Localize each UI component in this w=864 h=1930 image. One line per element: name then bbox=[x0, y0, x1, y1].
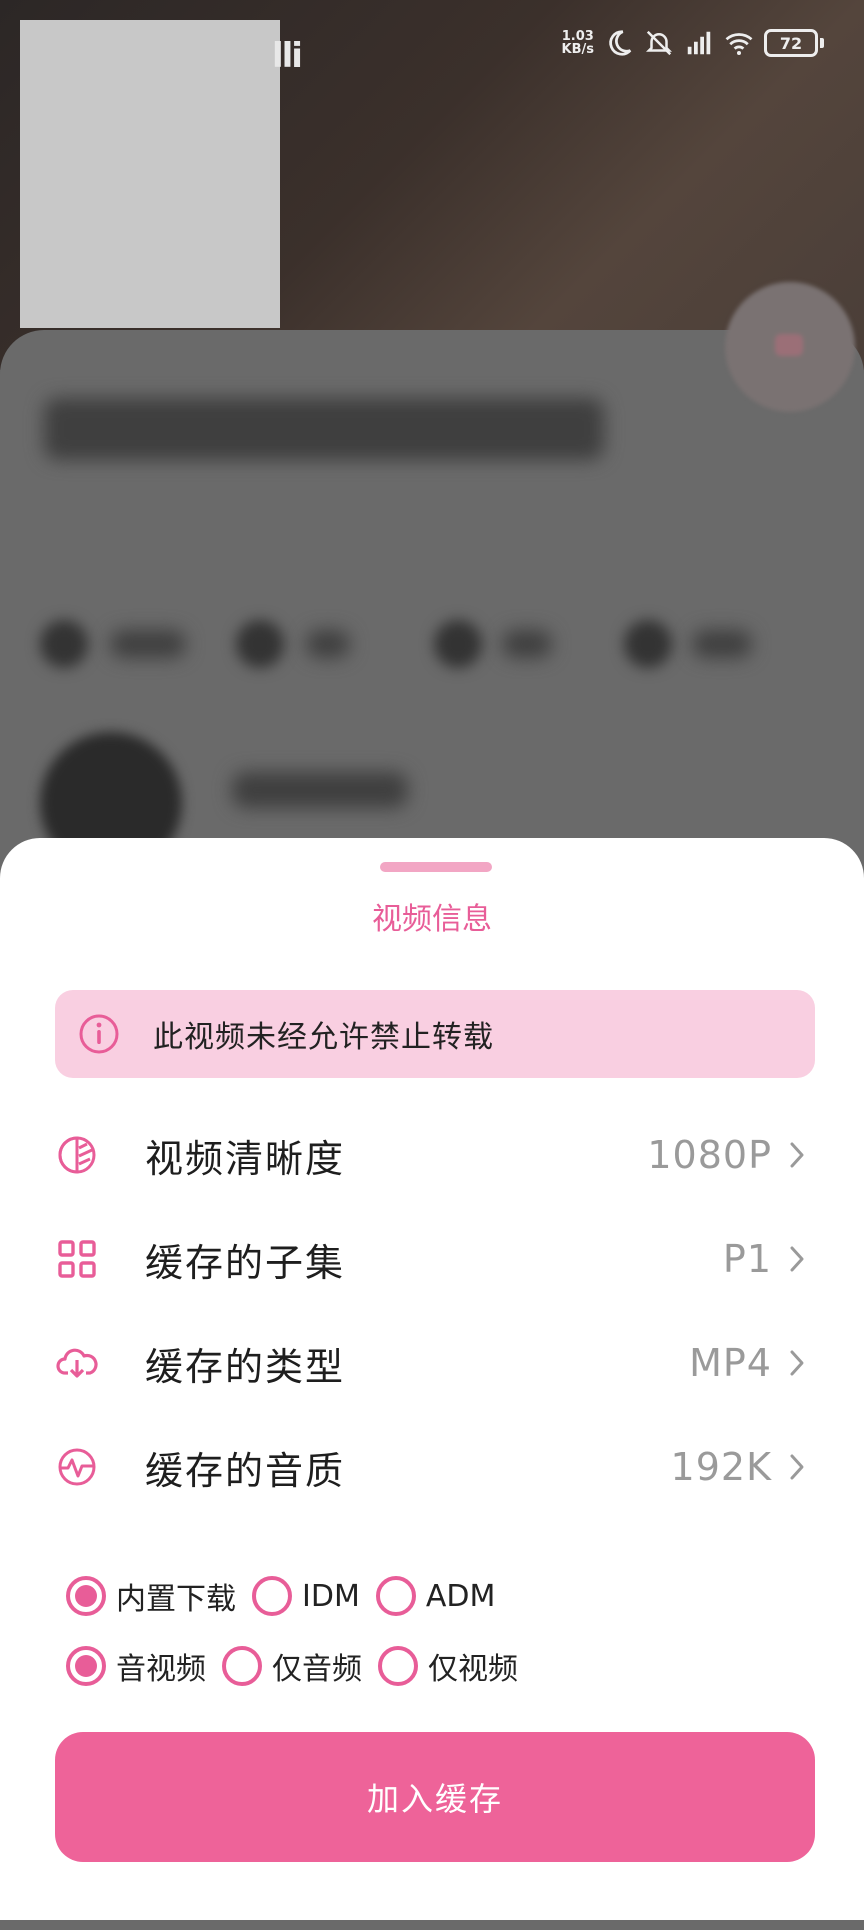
repost-notice-banner: 此视频未经允许禁止转载 bbox=[55, 990, 815, 1078]
app-logo-fragment: lli bbox=[272, 36, 303, 76]
blurred-stat-icon bbox=[236, 620, 284, 668]
background-fab bbox=[725, 282, 855, 412]
radio-label: 仅音频 bbox=[272, 1652, 362, 1687]
content-radio-group: 音视频 仅音频 仅视频 bbox=[66, 1638, 534, 1694]
setting-row-audio[interactable]: 缓存的音质 192K bbox=[0, 1422, 864, 1512]
setting-row-quality[interactable]: 视频清晰度 1080P bbox=[0, 1110, 864, 1200]
setting-value: 1080P bbox=[647, 1133, 772, 1177]
radio-adm[interactable]: ADM bbox=[375, 1576, 496, 1616]
radio-label: 音视频 bbox=[116, 1652, 206, 1687]
chevron-right-icon bbox=[790, 1246, 804, 1272]
radio-label: 仅视频 bbox=[428, 1652, 518, 1687]
wifi-icon bbox=[725, 33, 753, 55]
battery-tip bbox=[820, 38, 824, 48]
radio-audio-only[interactable]: 仅音频 bbox=[222, 1644, 362, 1688]
radio-indicator[interactable] bbox=[252, 1576, 292, 1616]
radio-label: ADM bbox=[425, 1578, 496, 1614]
audio-wave-icon bbox=[58, 1448, 96, 1486]
radio-label: IDM bbox=[302, 1578, 360, 1614]
signal-icon bbox=[687, 31, 711, 55]
setting-value: 192K bbox=[670, 1445, 772, 1489]
chevron-right-icon bbox=[790, 1454, 804, 1480]
sheet-drag-handle[interactable] bbox=[380, 862, 492, 872]
blurred-stat bbox=[692, 630, 752, 658]
chevron-right-icon bbox=[790, 1350, 804, 1376]
setting-row-type[interactable]: 缓存的类型 MP4 bbox=[0, 1318, 864, 1408]
redacted-thumbnail bbox=[20, 20, 280, 328]
radio-indicator[interactable] bbox=[378, 1646, 418, 1686]
sheet-title: 视频信息 bbox=[372, 902, 492, 937]
setting-row-episodes[interactable]: 缓存的子集 P1 bbox=[0, 1214, 864, 1304]
add-to-cache-button[interactable]: 加入缓存 bbox=[55, 1732, 815, 1862]
setting-label: 缓存的子集 bbox=[145, 1240, 346, 1285]
radio-selected-indicator[interactable] bbox=[66, 1576, 106, 1616]
setting-label: 缓存的音质 bbox=[145, 1448, 346, 1493]
radio-indicator[interactable] bbox=[222, 1646, 262, 1686]
blurred-stat bbox=[502, 630, 552, 658]
chevron-right-icon bbox=[790, 1142, 804, 1168]
blurred-stat bbox=[110, 630, 186, 658]
radio-idm[interactable]: IDM bbox=[252, 1576, 360, 1616]
moon-icon bbox=[609, 30, 632, 56]
setting-value: P1 bbox=[722, 1237, 772, 1281]
radio-selected-indicator[interactable] bbox=[66, 1646, 106, 1686]
notice-text: 此视频未经允许禁止转载 bbox=[153, 1020, 494, 1055]
grid-icon bbox=[58, 1240, 96, 1278]
blurred-stat-icon bbox=[624, 620, 672, 668]
setting-label: 缓存的类型 bbox=[145, 1344, 346, 1389]
mute-icon bbox=[645, 30, 673, 56]
radio-indicator[interactable] bbox=[375, 1576, 416, 1616]
video-info-sheet: 视频信息 此视频未经允许禁止转载 视频清晰度 1080P 缓存的子集 P1 缓存… bbox=[0, 838, 864, 1920]
radio-builtin-download[interactable]: 内置下载 bbox=[66, 1574, 236, 1618]
status-bar: 1.03 KB/s 72 bbox=[562, 24, 824, 62]
radio-audio-video[interactable]: 音视频 bbox=[66, 1644, 206, 1688]
setting-value: MP4 bbox=[689, 1341, 772, 1385]
quality-icon bbox=[58, 1136, 96, 1174]
battery-icon: 72 bbox=[764, 29, 824, 57]
blurred-stat-icon bbox=[40, 620, 88, 668]
blurred-title bbox=[44, 398, 604, 460]
blurred-stat bbox=[306, 630, 350, 658]
blurred-username bbox=[232, 772, 408, 808]
network-speed: 1.03 KB/s bbox=[562, 30, 594, 56]
downloader-radio-group: 内置下载 IDM ADM bbox=[66, 1568, 511, 1624]
radio-video-only[interactable]: 仅视频 bbox=[378, 1644, 518, 1688]
battery-level: 72 bbox=[764, 29, 818, 57]
cloud-download-icon bbox=[56, 1348, 98, 1378]
setting-label: 视频清晰度 bbox=[145, 1136, 346, 1181]
network-speed-unit: KB/s bbox=[561, 42, 594, 57]
blurred-stat-icon bbox=[434, 620, 482, 668]
info-icon bbox=[79, 1014, 119, 1054]
radio-label: 内置下载 bbox=[116, 1582, 236, 1617]
